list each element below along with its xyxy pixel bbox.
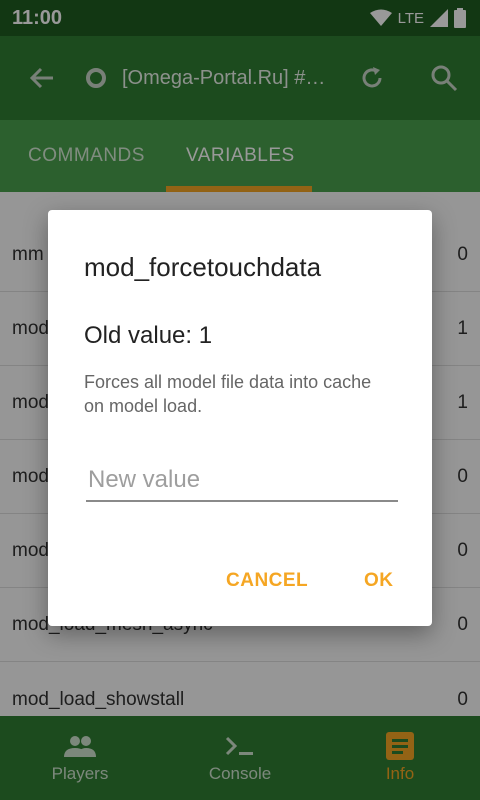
new-value-input[interactable] xyxy=(86,460,398,502)
dialog-title: mod_forcetouchdata xyxy=(84,252,322,282)
variable-description: Forces all model file data into cache on… xyxy=(84,372,372,416)
old-value-label: Old value: 1 xyxy=(84,322,213,349)
cancel-button[interactable]: CANCEL xyxy=(226,570,308,592)
edit-variable-dialog: mod_forcetouchdata Old value: 1 Forces a… xyxy=(48,210,432,626)
ok-button[interactable]: OK xyxy=(364,570,394,592)
